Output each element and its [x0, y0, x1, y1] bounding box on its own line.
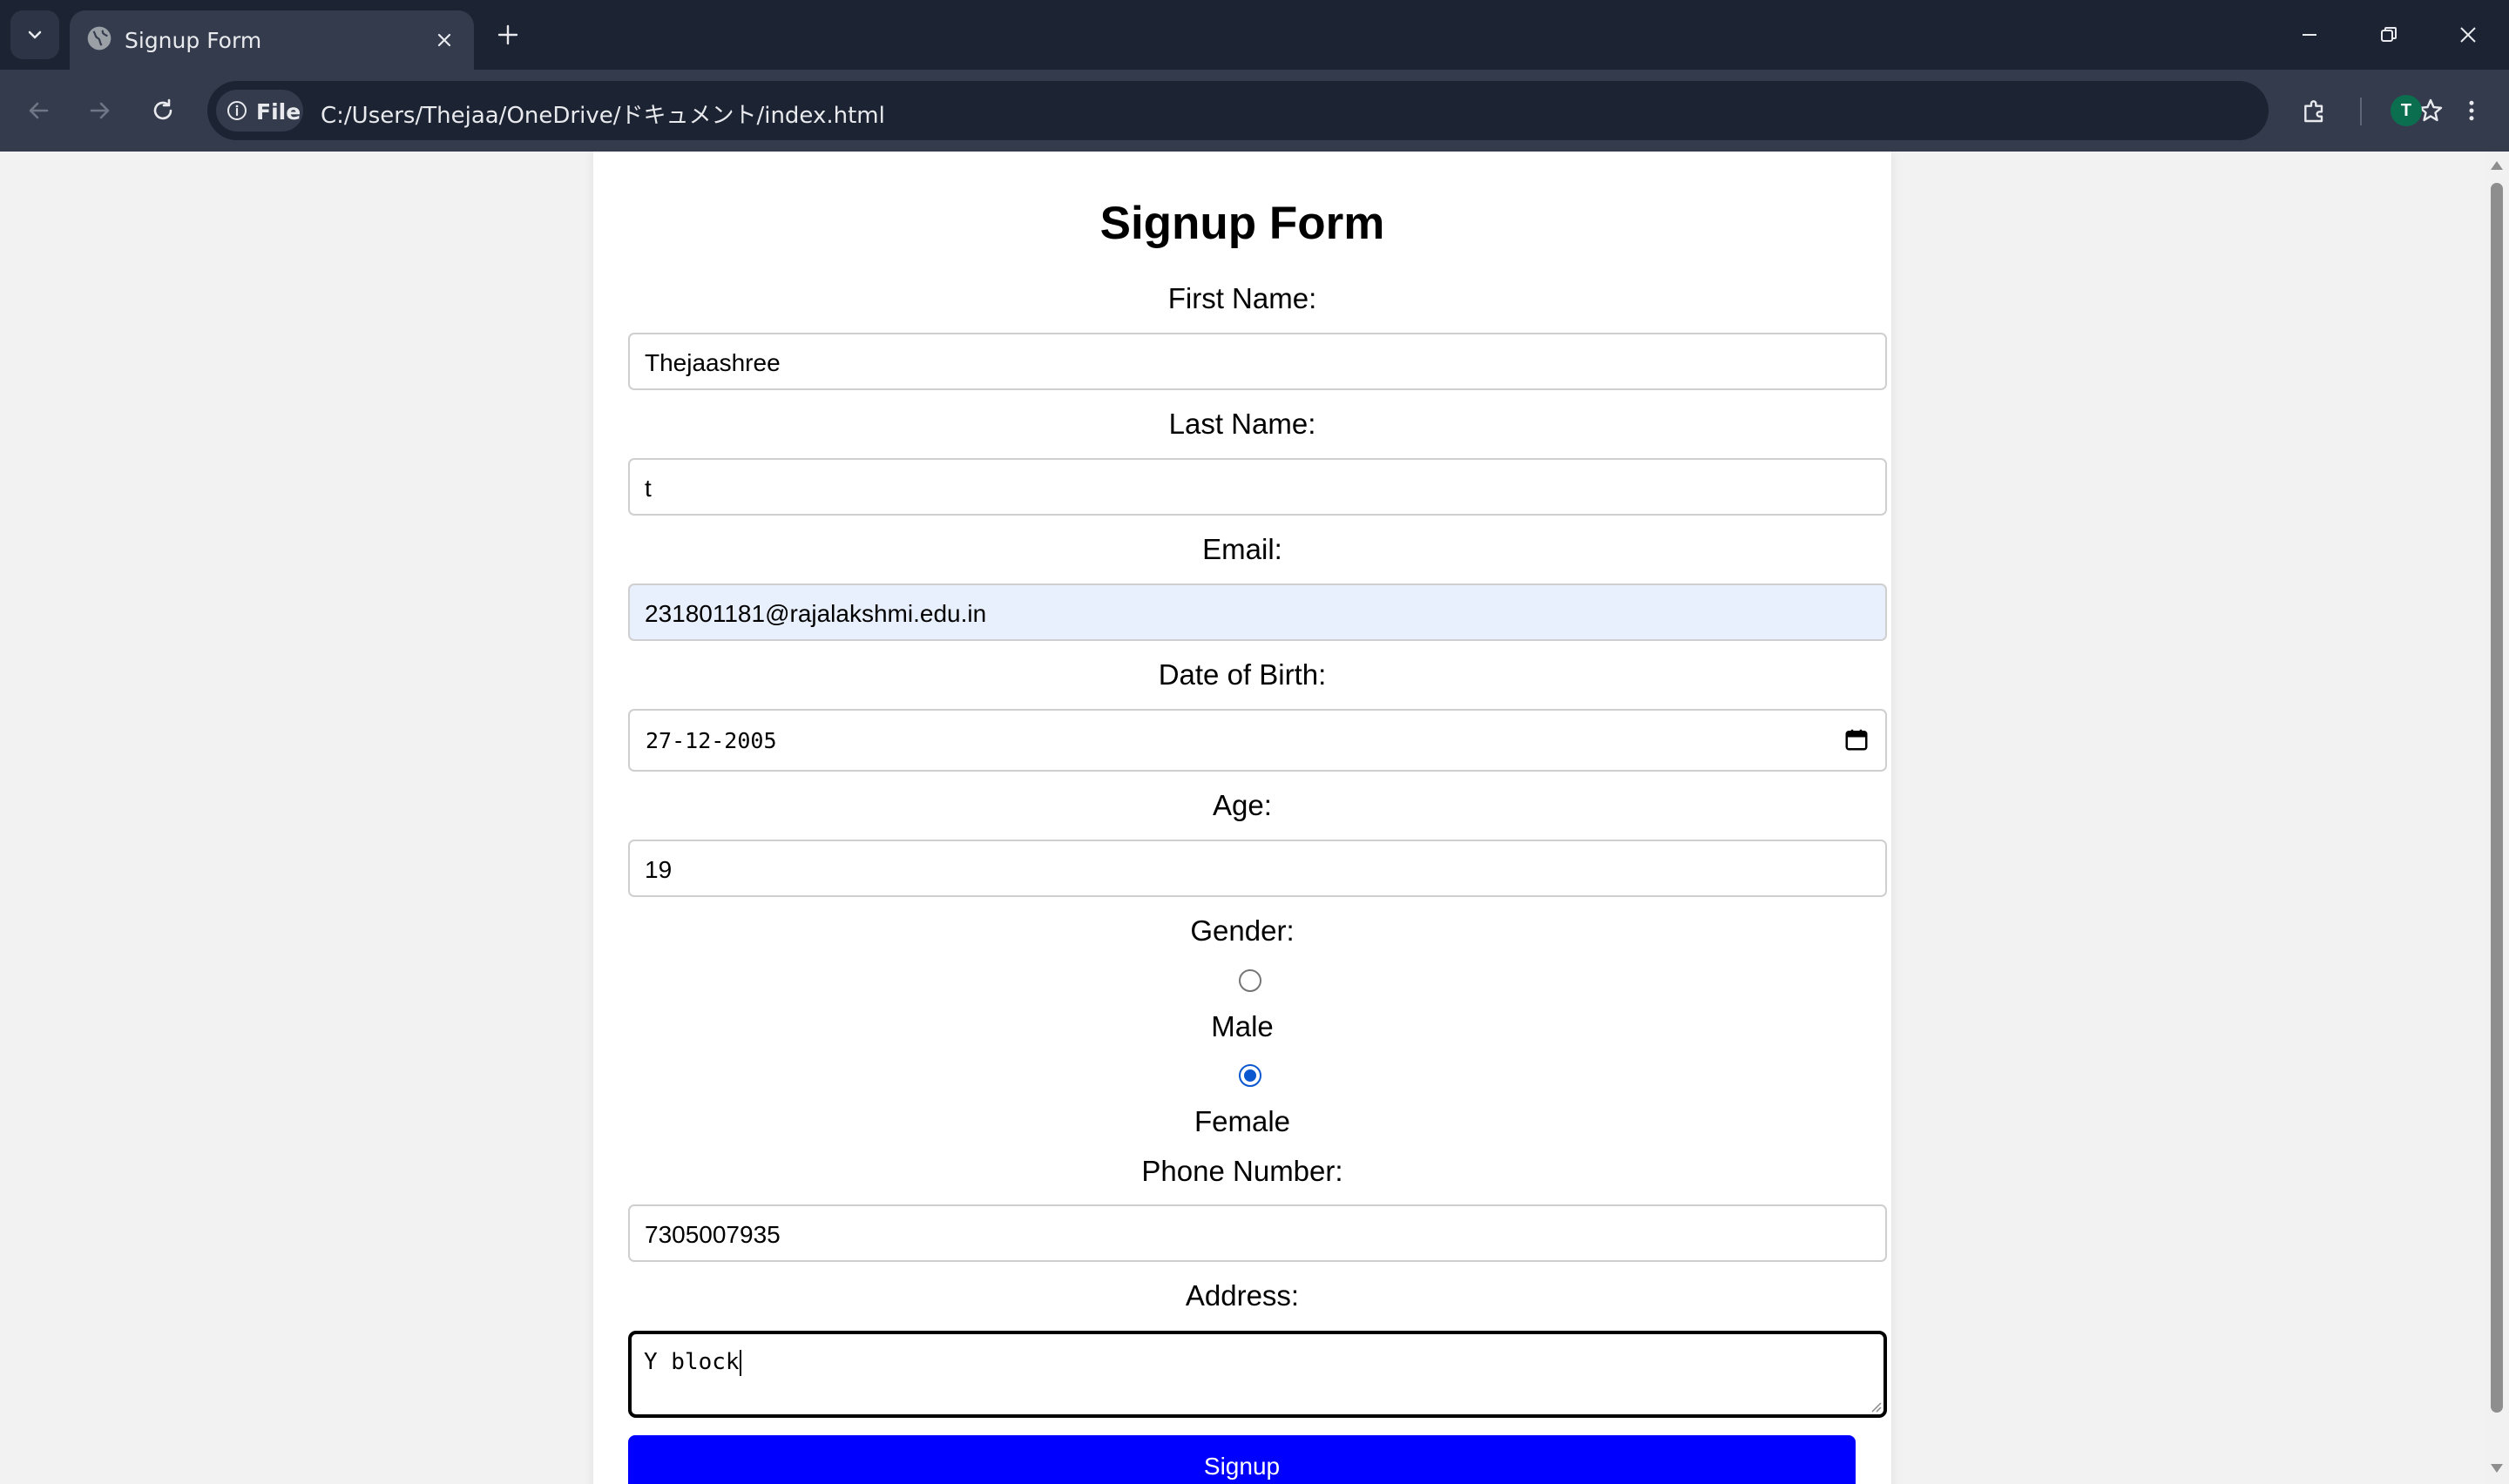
arrow-right-icon: [90, 102, 110, 119]
triangle-down-icon: [2491, 1464, 2503, 1473]
plus-icon: [497, 24, 518, 45]
toolbar-separator: [2360, 98, 2362, 125]
gender-male-label: Male: [1211, 1010, 1274, 1042]
minimize-button[interactable]: [2288, 17, 2331, 52]
close-icon: [437, 33, 451, 47]
tab-search-button[interactable]: [10, 10, 59, 59]
dob-input[interactable]: 27-12-2005: [628, 709, 1887, 772]
info-icon: [227, 101, 247, 120]
globe-icon: [87, 26, 112, 51]
close-icon: [2460, 27, 2476, 43]
arrow-left-icon: [29, 102, 49, 119]
phone-value: 7305007935: [645, 1221, 781, 1248]
minimize-icon: [2303, 34, 2316, 36]
back-button[interactable]: [17, 90, 59, 132]
last-name-input[interactable]: t: [628, 458, 1887, 516]
site-chip-label: File: [256, 99, 301, 125]
triangle-up-icon: [2491, 161, 2503, 170]
tab-close-button[interactable]: [429, 24, 460, 56]
resize-grip-icon[interactable]: [1868, 1399, 1882, 1413]
age-label: Age:: [1213, 789, 1272, 821]
restore-icon: [2381, 27, 2397, 42]
extensions-button[interactable]: [2294, 90, 2336, 132]
browser-tab-active[interactable]: Signup Form: [70, 10, 474, 70]
signup-button[interactable]: Signup: [628, 1435, 1856, 1484]
address-bar[interactable]: File C:/Users/Thejaa/OneDrive/ドキュメント/ind…: [207, 81, 2443, 140]
address-label: Address:: [1185, 1279, 1300, 1312]
chevron-down-icon: [28, 30, 42, 39]
new-tab-button[interactable]: [490, 17, 525, 52]
dob-value: 27-12-2005: [646, 728, 777, 753]
first-name-value: Thejaashree: [645, 349, 781, 376]
phone-label: Phone Number:: [1141, 1155, 1343, 1187]
reload-button[interactable]: [142, 90, 184, 132]
form-title: Signup Form: [1099, 198, 1385, 249]
forward-button[interactable]: [79, 90, 121, 132]
gender-female-label: Female: [1194, 1105, 1291, 1137]
reload-icon: [153, 98, 172, 120]
last-name-label: Last Name:: [1168, 408, 1316, 440]
browser-titlebar: Signup Form: [0, 0, 2509, 70]
gender-female-radio[interactable]: [1239, 1064, 1261, 1087]
site-info-chip[interactable]: File: [216, 90, 303, 132]
address-textarea[interactable]: Y block: [628, 1331, 1887, 1418]
puzzle-icon: [2304, 100, 2323, 123]
gender-label: Gender:: [1190, 914, 1295, 947]
scroll-down-arrow[interactable]: [2488, 1460, 2506, 1477]
age-value: 19: [645, 856, 673, 883]
email-label: Email:: [1202, 533, 1282, 565]
scroll-up-arrow[interactable]: [2488, 157, 2506, 174]
text-caret: [739, 1349, 741, 1376]
page-viewport: Signup Form First Name: Thejaashree Last…: [0, 152, 2509, 1484]
first-name-input[interactable]: Thejaashree: [628, 333, 1887, 390]
dob-label: Date of Birth:: [1158, 658, 1327, 691]
page-scrollbar[interactable]: [2485, 152, 2509, 1484]
tab-title: Signup Form: [125, 28, 262, 53]
menu-button[interactable]: [2451, 90, 2492, 132]
phone-input[interactable]: 7305007935: [628, 1204, 1887, 1262]
age-input[interactable]: 19: [628, 840, 1887, 897]
gender-male-radio[interactable]: [1239, 969, 1261, 992]
first-name-label: First Name:: [1167, 282, 1317, 314]
address-value: Y block: [644, 1349, 741, 1376]
calendar-icon[interactable]: [1843, 726, 1870, 752]
url-text[interactable]: C:/Users/Thejaa/OneDrive/ドキュメント/index.ht…: [321, 98, 885, 130]
close-window-button[interactable]: [2446, 17, 2490, 52]
last-name-value: t: [645, 475, 652, 502]
email-input[interactable]: 231801181@rajalakshmi.edu.in: [628, 583, 1887, 641]
signup-form-card: Signup Form First Name: Thejaashree Last…: [593, 152, 1891, 1484]
restore-button[interactable]: [2367, 17, 2411, 52]
email-value: 231801181@rajalakshmi.edu.in: [645, 600, 987, 627]
scroll-thumb[interactable]: [2491, 183, 2503, 1413]
more-vert-icon: [2469, 100, 2474, 121]
profile-avatar[interactable]: T: [2391, 95, 2422, 126]
browser-toolbar: File C:/Users/Thejaa/OneDrive/ドキュメント/ind…: [0, 70, 2509, 152]
